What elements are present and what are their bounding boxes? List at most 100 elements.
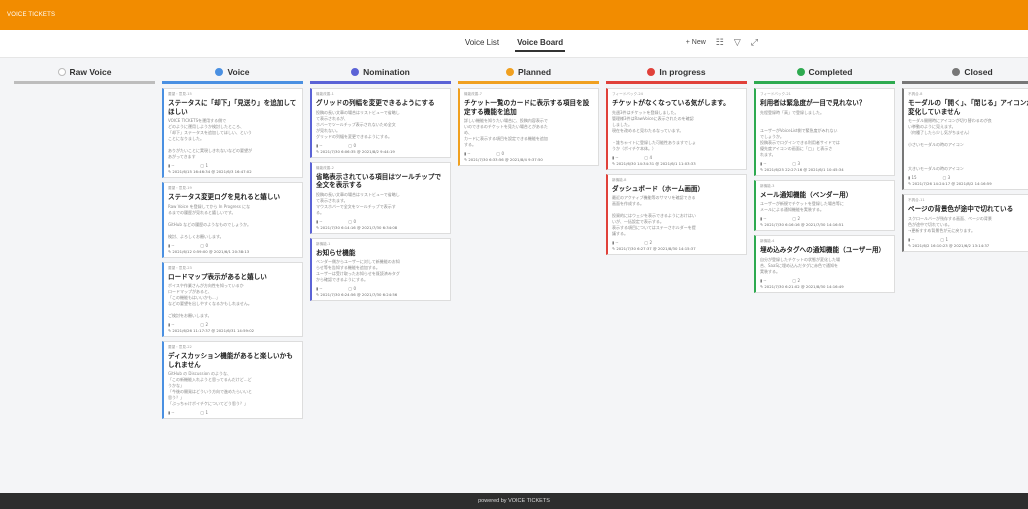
votes-indicator: ▮ -- <box>168 322 175 328</box>
ticket-id: 要望・意見-15 <box>168 92 192 96</box>
ticket-card[interactable]: 機能改善-7 チケット一覧のカードに表示する項目を設定する機能を追加 詳しい機能を知… <box>458 88 599 167</box>
date-range: 2021/7/30 6:27:37 @ 2021/8/30 14:15:37 <box>616 246 696 252</box>
column-header: Raw Voice <box>14 62 155 84</box>
ticket-id: 新機能-8 <box>612 177 627 182</box>
vote-count: -- <box>763 160 767 166</box>
ticket-dates: ✎ 2021/7/30 6:06:35 @ 2021/8/2 9:44:19 <box>316 148 395 154</box>
card-list: 機能改善-1 グリッドの列幅を変更できるようにする 投稿の長い文章の場合はリストビュ… <box>310 84 451 302</box>
votes-indicator: ▮ -- <box>168 163 175 169</box>
votes-indicator: ▮ -- <box>464 151 471 157</box>
ticket-dates: ✎ 2021/7/30 6:16:16 @ 2021/7/30 14:16:51 <box>760 222 844 228</box>
ticket-dates: ✎ 2021/6/12 0:59:00 @ 2021/6/1 20:38:13 <box>168 248 250 254</box>
new-button[interactable]: + New <box>686 39 706 46</box>
ticket-title: お知らせ機能 <box>316 248 356 257</box>
ticket-title: チケットがなくなっている気がします。 <box>612 99 730 107</box>
ticket-card[interactable]: 機能改善-1 グリッドの列幅を変更できるようにする 投稿の長い文章の場合はリストビュ… <box>310 88 451 158</box>
ticket-title: ステータス変更ログを見れると嬉しい <box>168 193 281 202</box>
ticket-meta: ▮ -- ▢ 1 <box>168 163 298 168</box>
ticket-id: 不具合-8 <box>908 92 923 96</box>
comments-indicator: ▢ 0 <box>200 242 208 248</box>
filter-icon[interactable]: ▽ <box>734 37 741 48</box>
vote-count: -- <box>171 322 175 328</box>
ticket-title: ステータスに「却下」「見送り」を追加してほしい <box>168 99 297 116</box>
ticket-id: 新機能-1 <box>316 241 331 246</box>
card-list: 要望・意見-15 ステータスに「却下」「見送り」を追加してほしい VOICE TIC… <box>162 84 303 420</box>
expand-icon[interactable]: ⤢ <box>751 37 758 48</box>
tab-voice-list[interactable]: Voice List <box>463 35 501 52</box>
column-header: Voice <box>162 62 303 84</box>
view-tabs: Voice List Voice Board <box>463 35 566 52</box>
ticket-meta: ▮ -- ▢ 4 <box>612 155 742 160</box>
ticket-card[interactable]: 要望・意見-15 ステータスに「却下」「見送り」を追加してほしい VOICE TIC… <box>162 88 303 179</box>
comments-indicator: ▢ 2 <box>792 216 800 222</box>
date-range: 2021/6/2 16:10:23 @ 2021/6/2 13:14:37 <box>912 242 990 248</box>
date-range: 2021/7/30 6:06:35 @ 2021/8/2 9:44:19 <box>320 148 395 154</box>
ticket-body: VOICE TICKETSを運用する側で どのように運用しようか検討したところ、… <box>168 118 252 160</box>
app-header: VOICE TICKETS <box>0 0 1028 30</box>
ticket-id: フィードバック-24 <box>612 92 643 96</box>
board-column: Raw Voice <box>14 62 155 490</box>
ticket-card[interactable]: 新機能-4 埋め込みタグへの通知機能（ユーザー用） 自分が登録したチケットの状態が変… <box>754 235 895 293</box>
ticket-meta: ▮ -- ▢ 0 <box>168 243 298 248</box>
board-column: Nomination 機能改善-1 グリッドの列幅を変更できるようにする 投稿の長い文… <box>310 62 451 490</box>
board-column: Completed フィードバック-21 利用者は緊急度が一目で見れない？ 先程登録時… <box>754 62 895 490</box>
ticket-body: モーダル開閉時にアイコンが切り替わるのが良 い挙動のように見えます。 （何種了し… <box>908 118 992 172</box>
ticket-meta: ▮ -- ▢ 2 <box>760 278 890 283</box>
column-title: Voice <box>227 66 250 77</box>
comments-indicator: ▢ 2 <box>644 240 652 246</box>
ticket-meta: ▮ -- ▢ 1 <box>908 237 1028 242</box>
footer-text: powered by VOICE TICKETS <box>478 498 550 504</box>
column-title: Raw Voice <box>69 66 112 77</box>
date-range: 2021/7/30 6:16:16 @ 2021/7/30 14:16:51 <box>764 222 844 228</box>
card-list: 不具合-8 モーダルの「開く」、「閉じる」アイコンが変化していません モーダル開閉時… <box>902 84 1028 252</box>
ticket-dates: ✎ 2021/6/25 22:27:16 @ 2021/6/1 10:45:34 <box>760 166 844 172</box>
ticket-card[interactable]: 機能改善-2 省略表示されている項目はツールチップで全文を表示する 投稿の長い文章の… <box>310 161 451 234</box>
ticket-body: ユーザーが新規でチケットを登録した場合等に メールによる通知機能を実装する。 <box>760 201 844 213</box>
comments-indicator: ▢ 1 <box>200 163 208 169</box>
ticket-card[interactable]: フィードバック-24 チケットがなくなっている気がします。 先週3件はチケットを登録… <box>606 88 747 170</box>
vote-count: -- <box>467 151 471 157</box>
ticket-card[interactable]: 新機能-3 メール通知機能（ベンダー用） ユーザーが新規でチケットを登録した場合等に… <box>754 179 895 232</box>
ticket-card[interactable]: 新機能-1 お知らせ機能 ベンダー側からユーザーに対して新機能のお知 らせ等を告知す… <box>310 237 451 302</box>
column-title: Completed <box>808 66 853 77</box>
votes-indicator: ▮ 15 <box>908 175 917 181</box>
ticket-title: グリッドの列幅を変更できるようにする <box>316 99 435 107</box>
ticket-card[interactable]: 不具合-8 モーダルの「開く」、「閉じる」アイコンが変化していません モーダル開閉時… <box>902 88 1028 191</box>
sliders-icon[interactable]: ☷ <box>716 37 724 48</box>
column-title: Nomination <box>363 66 410 77</box>
vote-count: -- <box>319 286 323 292</box>
comment-count: 1 <box>205 163 208 169</box>
ticket-body: 投稿の長い文章の場合はリストビューで省略し て表示されます。 マウスホバーで全文… <box>316 191 400 215</box>
votes-indicator: ▮ -- <box>612 154 619 160</box>
date-range: 2021/7/30 6:24:56 @ 2021/7/30 6:24:56 <box>320 292 398 298</box>
ticket-body: 投稿の長い文章の場合はリストビューで省略し て表示されるが、 ホバーでツールチッ… <box>316 109 400 139</box>
ticket-card[interactable]: 不具合-11 ページの背景色が途中で切れている スクロールバーが残存する画面、ページ… <box>902 194 1028 252</box>
comment-count: 4 <box>649 154 652 160</box>
ticket-card[interactable]: フィードバック-21 利用者は緊急度が一目で見れない？ 先程登録時「高」で登録しまし… <box>754 88 895 176</box>
tab-voice-board[interactable]: Voice Board <box>515 35 566 52</box>
ticket-id: 新機能-4 <box>760 239 775 244</box>
ticket-card[interactable]: 要望・意見-19 ステータス変更ログを見れると嬉しい Raw Voice を登録して… <box>162 182 303 258</box>
ticket-body: 先程登録時「高」で登録しました。 ユーザーがVoiceList側で緊急度がみれな… <box>760 109 840 157</box>
ticket-dates: ✎ 2021/6/30 14:34:31 @ 2021/6/1 11:03:33 <box>612 160 696 166</box>
comment-count: 0 <box>501 151 504 157</box>
ticket-card[interactable]: 要望・意見-22 ディスカッション機能があると楽しいかもしれません GitHub の… <box>162 341 303 420</box>
date-range: 2021/6/26 11:17:37 @ 2021/6/31 14:59:02 <box>172 328 255 334</box>
comment-count: 3 <box>947 175 951 181</box>
vote-count: -- <box>171 410 175 416</box>
vote-count: -- <box>911 236 915 242</box>
ticket-id: 機能改善-7 <box>464 92 482 96</box>
votes-indicator: ▮ -- <box>612 240 619 246</box>
ticket-title: 埋め込みタグへの通知機能（ユーザー用） <box>760 246 886 255</box>
date-range: 2021/7/30 6:14:16 @ 2021/7/30 6:34:08 <box>320 224 398 230</box>
ticket-card[interactable]: 新機能-8 ダッシュボード（ホーム画面） 最近のアクティブ機能等のサマリを確認できる… <box>606 173 747 256</box>
ticket-meta: ▮ -- ▢ 0 <box>464 151 594 156</box>
votes-indicator: ▮ -- <box>760 277 767 283</box>
app-title: VOICE TICKETS <box>7 12 56 18</box>
vote-count: -- <box>319 218 323 224</box>
ticket-id: 要望・意見-19 <box>168 186 192 191</box>
ticket-card[interactable]: 要望・意見-23 ロードマップ表示があると嬉しい ボイスや作業さんが方向性を知ってい… <box>162 261 303 338</box>
ticket-title: 省略表示されている項目はツールチップで全文を表示する <box>316 172 442 190</box>
column-header: Planned <box>458 62 599 84</box>
board-toolbar: + New ☷ ▽ ⤢ <box>686 37 758 48</box>
